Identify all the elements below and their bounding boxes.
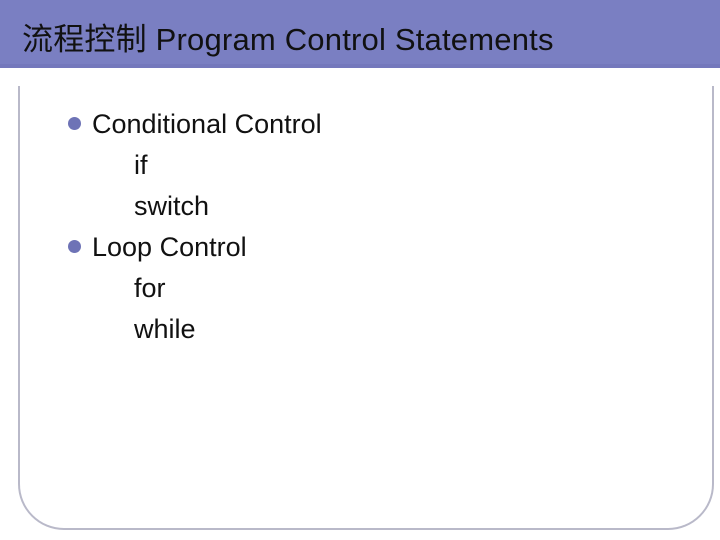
sub-item-while: while: [68, 309, 322, 350]
title-english: Program Control Statements: [156, 22, 554, 57]
sub-item-if: if: [68, 145, 322, 186]
title-chinese: 流程控制: [22, 22, 147, 57]
sub-item-switch: switch: [68, 186, 322, 227]
bullet-label: Conditional Control: [92, 109, 322, 139]
sub-item-for: for: [68, 268, 322, 309]
bullet-loop-control: Loop Control: [68, 227, 322, 268]
slide-header: 流程控制 Program Control Statements: [0, 0, 720, 72]
bullet-conditional-control: Conditional Control: [68, 104, 322, 145]
title-underline: [0, 64, 720, 68]
bullet-label: Loop Control: [92, 232, 247, 262]
content-area: Conditional Control if switch Loop Contr…: [68, 104, 322, 350]
slide-title: 流程控制 Program Control Statements: [22, 14, 554, 59]
